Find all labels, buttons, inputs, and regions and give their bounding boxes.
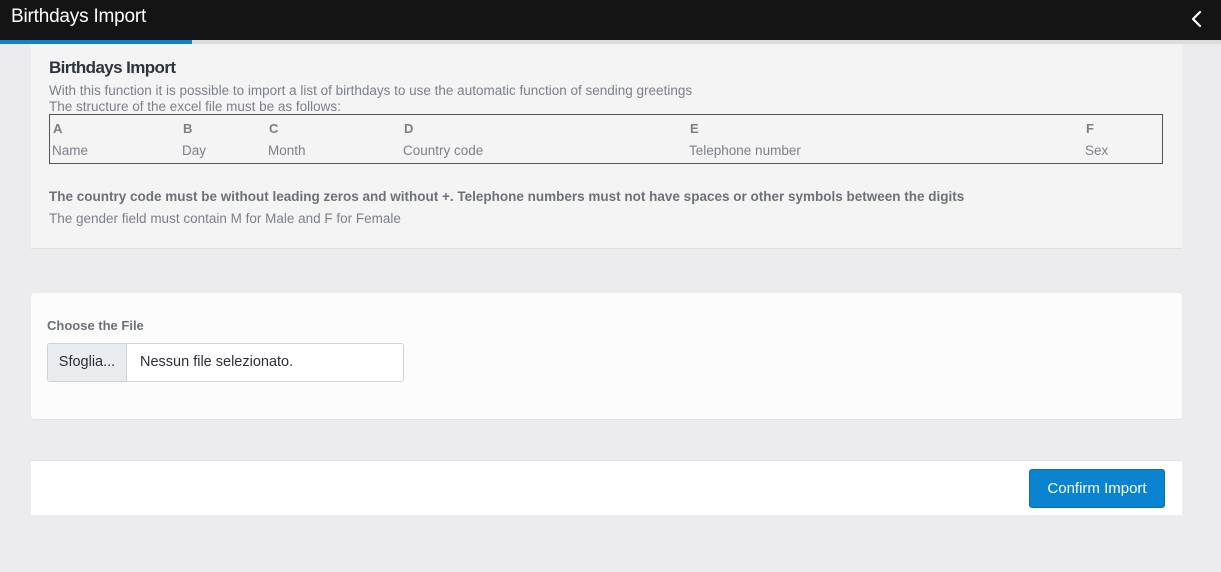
column-field: Telephone number — [689, 143, 801, 158]
browse-button[interactable]: Sfoglia... — [48, 344, 127, 381]
column-letter: E — [690, 121, 699, 136]
file-structure-table: A Name B Day C Month D Country code E Te… — [49, 114, 1163, 164]
app-title: Birthdays Import — [11, 6, 147, 27]
column-letter: D — [404, 121, 414, 136]
column-field: Month — [268, 143, 306, 158]
top-bar: Birthdays Import — [0, 0, 1221, 40]
column-letter: B — [183, 121, 193, 136]
gender-note: The gender field must contain M for Male… — [49, 211, 401, 226]
column-letter: A — [53, 121, 63, 136]
file-input[interactable]: Sfoglia... Nessun file selezionato. — [47, 343, 404, 382]
column-field: Day — [182, 143, 207, 158]
description: With this function it is possible to imp… — [49, 83, 692, 115]
section-title: Birthdays Import — [49, 58, 176, 77]
column-letter: C — [269, 121, 279, 136]
description-line: The structure of the excel file must be … — [49, 99, 341, 114]
chevron-left-icon[interactable] — [1189, 9, 1203, 29]
description-line: With this function it is possible to imp… — [49, 83, 693, 98]
import-info-panel: Birthdays Import With this function it i… — [31, 44, 1182, 249]
file-upload-card: Choose the File Sfoglia... Nessun file s… — [31, 293, 1182, 420]
column-field: Name — [52, 143, 89, 158]
confirm-import-button[interactable]: Confirm Import — [1029, 469, 1165, 508]
file-label: Choose the File — [47, 318, 144, 333]
column-field: Country code — [403, 143, 484, 158]
column-field: Sex — [1085, 143, 1109, 158]
format-note-bold: The country code must be without leading… — [49, 189, 965, 204]
action-bar: Confirm Import — [31, 460, 1182, 515]
selected-filename: Nessun file selezionato. — [140, 354, 294, 370]
column-letter: F — [1086, 121, 1094, 136]
